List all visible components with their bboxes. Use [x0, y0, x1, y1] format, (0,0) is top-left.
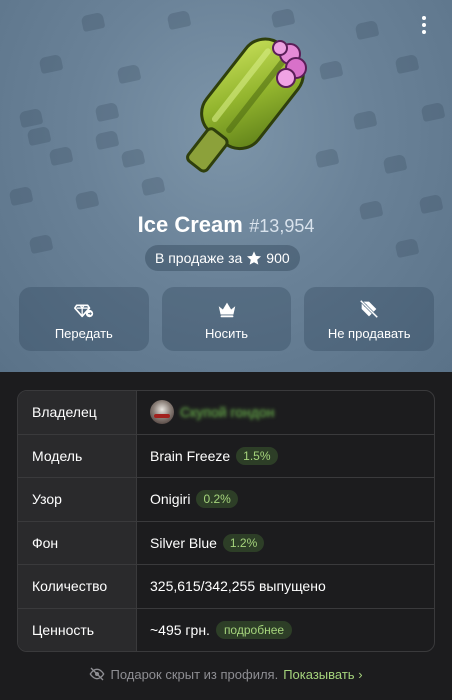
table-row-model: Модель Brain Freeze 1.5% — [18, 434, 434, 478]
model-label: Модель — [18, 434, 137, 477]
avatar[interactable] — [150, 400, 174, 425]
gift-details-table: Владелец Скупой гондон Модель Brain Free… — [17, 390, 435, 652]
crown-icon — [218, 302, 235, 317]
quantity-value: 325,615/342,255 выпущено — [150, 578, 326, 595]
table-row-owner: Владелец Скупой гондон — [18, 391, 434, 435]
owner-name[interactable]: Скупой гондон — [180, 404, 274, 420]
quantity-cell: 325,615/342,255 выпущено — [137, 565, 434, 608]
tag-off-icon — [359, 299, 379, 318]
sale-price: 900 — [266, 250, 290, 266]
model-value: Brain Freeze — [150, 447, 231, 464]
transfer-button[interactable]: Передать — [19, 287, 149, 351]
unlist-button[interactable]: Не продавать — [304, 287, 435, 351]
more-info-button[interactable]: подробнее — [215, 621, 293, 640]
footer: Подарок скрыт из профиля. Показывать › — [0, 666, 452, 682]
value-cell: ~495 грн. подробнее — [137, 609, 434, 652]
pattern-cell: Onigiri 0.2% — [137, 478, 434, 521]
table-row-value: Ценность ~495 грн. подробнее — [18, 608, 434, 652]
ice-cream-gift-icon — [186, 37, 307, 173]
gift-title: Ice Cream #13,954 — [0, 212, 452, 238]
more-menu-button[interactable] — [416, 14, 432, 38]
gift-hero: Ice Cream #13,954 В продаже за 900 Перед… — [0, 0, 452, 372]
owner-cell[interactable]: Скупой гондон — [137, 391, 434, 434]
wear-label: Носить — [204, 325, 249, 341]
action-bar: Передать Носить Не продавать — [19, 287, 435, 351]
value-label: Ценность — [18, 608, 137, 651]
wear-button[interactable]: Носить — [161, 287, 292, 351]
transfer-label: Передать — [54, 325, 113, 341]
value-amount: ~495 грн. — [150, 622, 210, 639]
table-row-background: Фон Silver Blue 1.2% — [18, 521, 434, 565]
footer-text: Подарок скрыт из профиля. — [110, 666, 279, 682]
footer-link-label: Показывать — [283, 666, 355, 682]
pattern-label: Узор — [18, 478, 137, 521]
owner-label: Владелец — [18, 391, 137, 434]
gift-transfer-icon — [73, 304, 93, 317]
chevron-right-icon: › — [358, 666, 363, 682]
background-value: Silver Blue — [150, 534, 217, 551]
table-row-pattern: Узор Onigiri 0.2% — [18, 478, 434, 522]
background-cell: Silver Blue 1.2% — [137, 522, 434, 565]
show-in-profile-link[interactable]: Показывать › — [283, 667, 362, 682]
pattern-value: Onigiri — [150, 491, 191, 508]
sale-prefix: В продаже за — [155, 250, 243, 266]
background-label: Фон — [18, 521, 137, 564]
sale-badge[interactable]: В продаже за 900 — [145, 245, 300, 271]
pattern-rarity-badge[interactable]: 0.2% — [196, 490, 238, 509]
background-rarity-badge[interactable]: 1.2% — [222, 533, 265, 552]
model-rarity-badge[interactable]: 1.5% — [236, 446, 278, 465]
gift-number: #13,954 — [249, 216, 315, 236]
model-cell: Brain Freeze 1.5% — [137, 435, 434, 478]
table-row-quantity: Количество 325,615/342,255 выпущено — [18, 565, 434, 609]
eye-off-icon — [90, 667, 105, 681]
unlist-label: Не продавать — [327, 325, 411, 341]
star-icon — [247, 251, 262, 265]
gift-name: Ice Cream — [137, 212, 243, 237]
quantity-label: Количество — [18, 565, 137, 608]
